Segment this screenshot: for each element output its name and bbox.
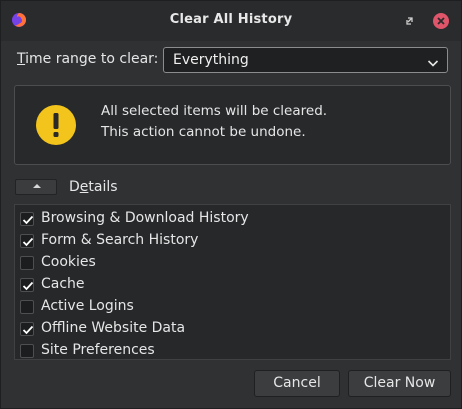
clear-history-dialog: Clear All History Time range to clear: E… <box>0 0 462 409</box>
checkbox[interactable] <box>20 212 34 226</box>
details-label: Details <box>69 179 118 195</box>
checkbox[interactable] <box>20 300 34 314</box>
history-items-list: Browsing & Download History Form & Searc… <box>14 204 451 360</box>
item-label: Active Logins <box>41 298 134 314</box>
item-label: Cookies <box>41 254 96 270</box>
item-label: Form & Search History <box>41 232 199 248</box>
list-item-cache[interactable]: Cache <box>20 275 440 295</box>
details-toggle-button[interactable] <box>15 179 57 195</box>
checkbox[interactable] <box>20 278 34 292</box>
checkbox[interactable] <box>20 344 34 358</box>
chevron-up-icon <box>33 184 41 188</box>
item-label: Browsing & Download History <box>41 210 249 226</box>
time-range-label: Time range to clear: <box>17 51 159 67</box>
chevron-down-icon <box>427 54 439 67</box>
title-bar: Clear All History <box>1 1 461 41</box>
clear-now-button[interactable]: Clear Now <box>348 370 451 397</box>
list-item-form-search-history[interactable]: Form & Search History <box>20 231 440 251</box>
checkmark-icon <box>22 215 34 225</box>
item-label: Site Preferences <box>41 342 155 358</box>
restore-icon[interactable] <box>402 13 418 29</box>
warning-icon <box>35 104 77 146</box>
checkbox[interactable] <box>20 256 34 270</box>
checkmark-icon <box>22 281 34 291</box>
warning-line-2: This action cannot be undone. <box>101 124 306 140</box>
list-item-active-logins[interactable]: Active Logins <box>20 297 440 317</box>
warning-panel: All selected items will be cleared. This… <box>14 85 451 165</box>
time-range-select[interactable]: Everything <box>163 47 448 73</box>
checkmark-icon <box>22 237 34 247</box>
list-item-site-preferences[interactable]: Site Preferences <box>20 341 440 361</box>
warning-line-1: All selected items will be cleared. <box>101 103 328 119</box>
window-title: Clear All History <box>169 12 293 27</box>
list-item-cookies[interactable]: Cookies <box>20 253 440 273</box>
checkmark-icon <box>22 325 34 335</box>
item-label: Offline Website Data <box>41 320 186 336</box>
warning-message: All selected items will be cleared. This… <box>101 101 327 143</box>
list-item-browsing-history[interactable]: Browsing & Download History <box>20 209 440 229</box>
time-range-value: Everything <box>173 52 249 68</box>
item-label: Cache <box>41 276 85 292</box>
close-icon[interactable] <box>433 13 449 29</box>
list-item-offline-website-data[interactable]: Offline Website Data <box>20 319 440 339</box>
checkbox[interactable] <box>20 234 34 248</box>
cancel-button[interactable]: Cancel <box>254 370 340 397</box>
checkbox[interactable] <box>20 322 34 336</box>
